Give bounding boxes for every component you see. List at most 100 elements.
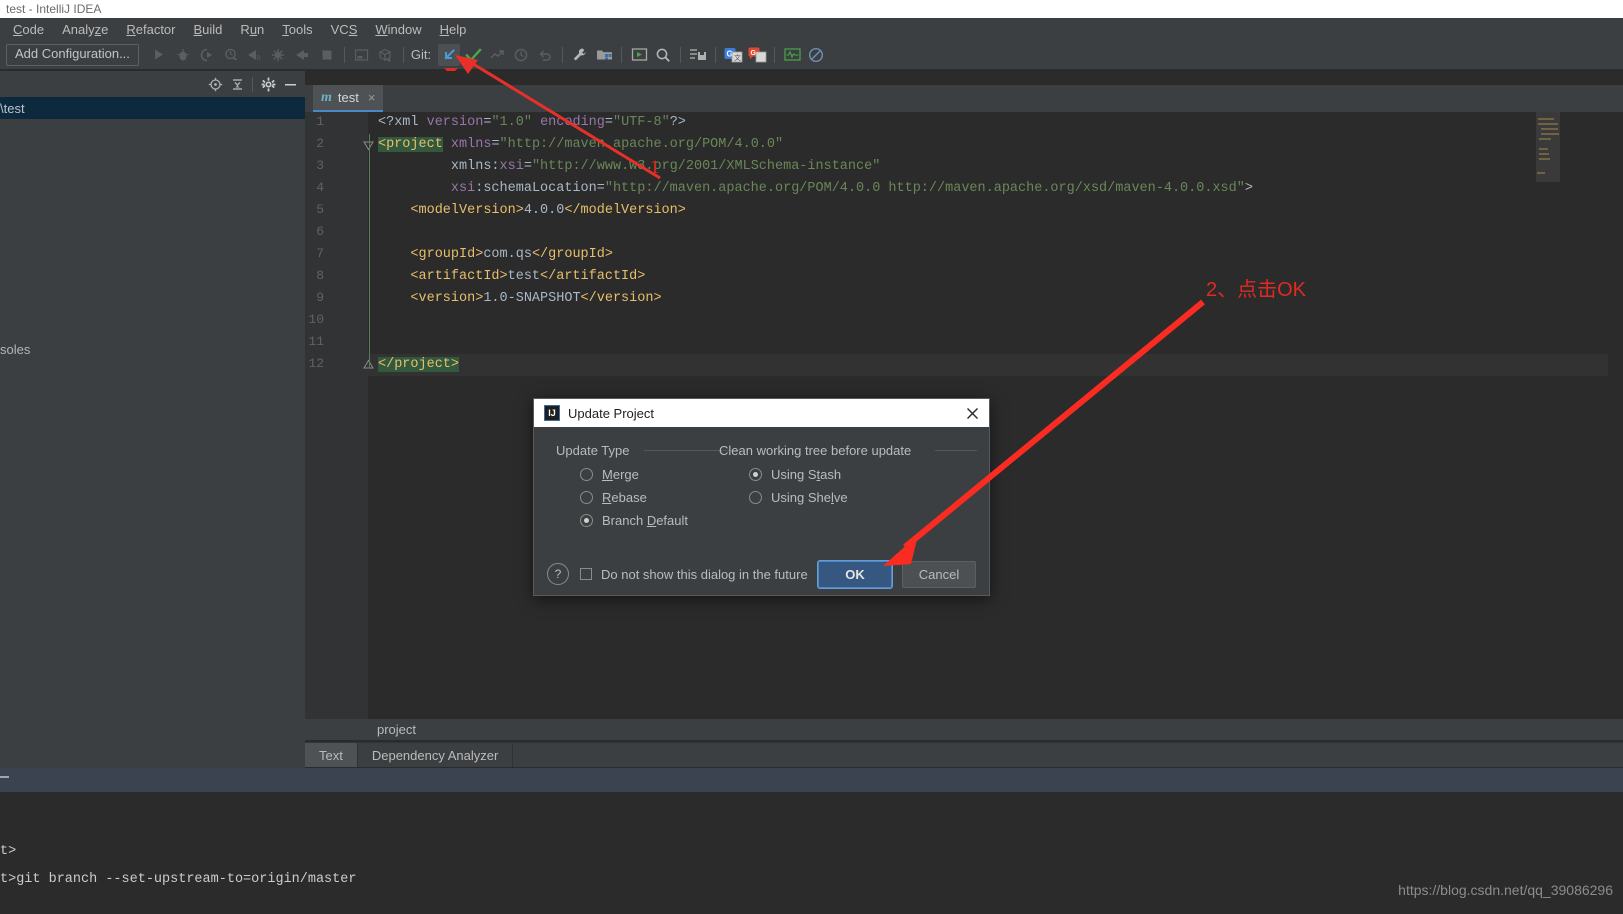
git-push-icon[interactable] [486,44,508,66]
editor-gutter[interactable]: 1 2 3 4 5 6 7 8 9 10 11 12 [305,112,374,719]
consoles-label: soles [0,341,31,357]
line-number: 9 [316,290,324,305]
add-configuration-button[interactable]: Add Configuration... [6,43,139,66]
panel-separator [252,76,253,92]
clean-tree-group-label: Clean working tree before update [719,443,912,458]
project-tree-item-test[interactable]: \test [0,97,305,119]
code-line-3: xmlns:xsi="http://www.w3.org/2001/XMLSch… [450,159,881,174]
help-button[interactable]: ? [547,563,569,585]
code-line-7: <groupId>com.qs</groupId> [410,247,613,262]
build-icon[interactable] [268,44,290,66]
run-with-coverage-icon[interactable] [196,44,218,66]
radio-branch-default-label: Branch Default [602,513,689,528]
toolbar-separator [402,46,404,63]
terminal-tab-indicator [0,776,9,778]
menu-item-vcs[interactable]: VCS [322,20,367,39]
svg-text:文: 文 [734,53,741,62]
terminal-line: t>git branch --set-upstream-to=origin/ma… [0,872,357,887]
update-project-dialog: IJ Update Project Update Type Merge Reba… [533,398,990,596]
line-number: 11 [308,334,324,349]
settings-wrench-icon[interactable] [569,44,591,66]
git-update-project-icon[interactable] [438,43,461,66]
menu-item-run[interactable]: Run [231,20,273,39]
google-translate-icon[interactable]: G文 [722,44,744,66]
tab-text[interactable]: Text [305,743,358,767]
code-line-12: </project> [378,357,460,372]
tab-dependency-analyzer[interactable]: Dependency Analyzer [358,743,514,767]
breadcrumb[interactable]: project [305,719,1623,740]
intellij-icon: IJ [544,405,560,421]
menu-item-analyze[interactable]: Analyze [53,20,117,39]
toolbar-separator [715,46,717,63]
radio-indicator [580,514,593,527]
search-everywhere-icon[interactable] [652,44,674,66]
hide-window-icon[interactable] [351,44,373,66]
hide-icon[interactable] [279,73,301,95]
toolbar-separator [621,46,623,63]
menu-item-build[interactable]: Build [185,20,232,39]
do-not-show-label: Do not show this dialog in the future [601,566,808,582]
locate-icon[interactable] [204,73,226,95]
profile-icon[interactable] [220,44,242,66]
package-icon[interactable] [375,44,397,66]
close-icon[interactable] [963,404,981,422]
code-line-2: <project xmlns="http://maven.apache.org/… [378,137,784,152]
editor-tab-test[interactable]: m test × [313,85,384,112]
line-number: 7 [316,246,324,261]
editor-tab-strip: m test × [305,85,1623,112]
close-icon[interactable]: × [368,90,376,105]
line-number: 8 [316,268,324,283]
terminal-output[interactable]: t> t>git branch --set-upstream-to=origin… [0,792,1623,914]
do-not-show-checkbox-row[interactable]: Do not show this dialog in the future [580,567,808,582]
menu-item-code[interactable]: Code [4,20,53,39]
checkbox-indicator[interactable] [580,568,592,580]
project-tree-item-label: \test [0,100,25,116]
google-search-icon[interactable]: G [746,44,768,66]
collapse-all-icon[interactable] [226,73,248,95]
line-number: 12 [308,356,324,371]
ok-button[interactable]: OK [818,560,892,588]
menu-bar: Code Analyze Refactor Build Run Tools VC… [0,18,1623,40]
radio-indicator [749,491,762,504]
menu-item-window[interactable]: Window [366,20,430,39]
code-line-4: xsi:schemaLocation="http://maven.apache.… [450,181,1253,196]
git-rollback-icon[interactable] [534,44,556,66]
radio-using-shelve[interactable]: Using Shelve [749,490,848,505]
code-line-5: <modelVersion>4.0.0</modelVersion> [410,203,686,218]
radio-indicator [749,468,762,481]
no-entry-icon[interactable] [805,44,827,66]
radio-rebase[interactable]: Rebase [580,490,647,505]
editor-minimap[interactable] [1536,112,1560,182]
project-structure-icon[interactable] [593,44,615,66]
line-number: 4 [316,180,324,195]
radio-branch-default[interactable]: Branch Default [580,513,688,528]
attach-debugger-icon[interactable]: R [244,44,266,66]
debug-icon[interactable] [172,44,194,66]
run-icon[interactable] [148,44,170,66]
toolbar-separator [774,46,776,63]
stop-build-icon[interactable] [292,44,314,66]
toolbar-separator [680,46,682,63]
git-label: Git: [410,47,432,62]
git-history-icon[interactable] [510,44,532,66]
cancel-button[interactable]: Cancel [902,560,976,588]
save-all-icon[interactable] [687,44,709,66]
window-title-bar: test - IntelliJ IDEA [0,0,1623,18]
stop-icon[interactable] [316,44,338,66]
menu-item-tools[interactable]: Tools [273,20,321,39]
radio-using-stash[interactable]: Using Stash [749,467,841,482]
git-commit-icon[interactable] [462,44,484,66]
project-tree-item-consoles[interactable]: soles [0,339,305,359]
run-anything-icon[interactable] [628,44,650,66]
menu-item-refactor[interactable]: Refactor [117,20,184,39]
line-number: 2 [316,136,324,151]
menu-item-help[interactable]: Help [431,20,476,39]
dialog-title-bar: IJ Update Project [534,399,989,427]
activity-monitor-icon[interactable] [781,44,803,66]
radio-merge[interactable]: Merge [580,467,639,482]
settings-gear-icon[interactable] [257,73,279,95]
terminal-line: t> [0,844,17,859]
toolbar-separator [562,46,564,63]
breadcrumb-item-project[interactable]: project [377,722,416,737]
radio-merge-label: Merge [602,467,639,482]
